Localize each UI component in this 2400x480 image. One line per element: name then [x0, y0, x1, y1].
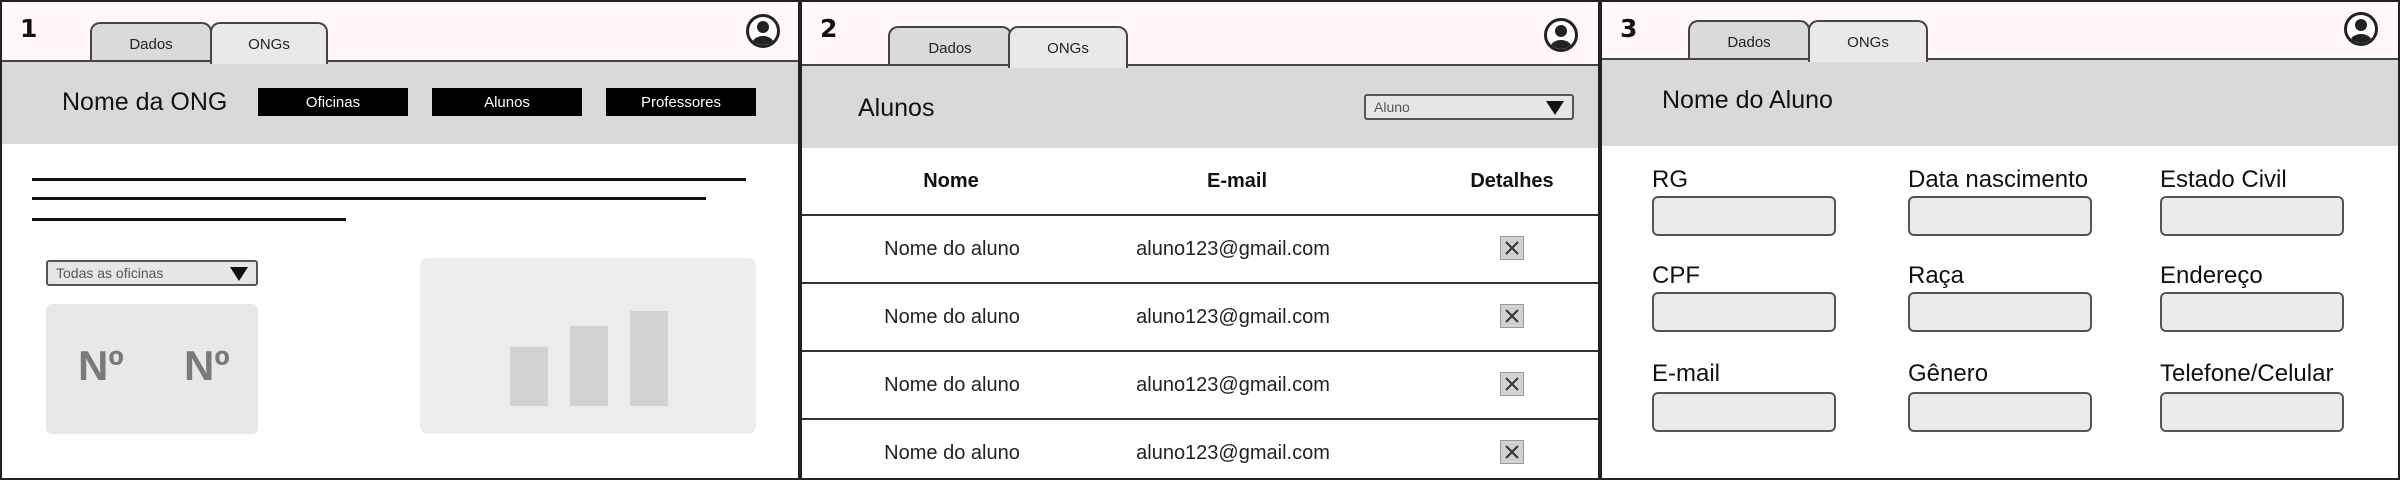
genero-field[interactable] [1908, 392, 2092, 432]
student-email: aluno123@gmail.com [1136, 238, 1330, 260]
tab-dados[interactable]: Dados [90, 22, 212, 64]
top-bar: 1 Dados ONGs [2, 2, 798, 64]
stats-card: Nº Nº [46, 304, 258, 434]
close-x-icon [1505, 445, 1519, 459]
tab-dados[interactable]: Dados [1688, 20, 1810, 62]
header-band: Nome do Aluno [1602, 58, 2398, 146]
oficinas-dropdown[interactable]: Todas as oficinas [46, 260, 258, 286]
column-header-detalhes: Detalhes [1470, 170, 1554, 192]
tab-ongs[interactable]: ONGs [1008, 26, 1128, 68]
student-filter-dropdown[interactable]: Aluno [1364, 94, 1574, 120]
top-bar: 2 Dados ONGs [802, 2, 1598, 68]
endereco-field[interactable] [2160, 292, 2344, 332]
header-band: Alunos Aluno [802, 64, 1598, 148]
wireframe-stage: 1 Dados ONGs Nome da ONG Oficinas Alunos… [0, 0, 2400, 480]
table-header: Nome E-mail Detalhes [802, 148, 1598, 216]
chart-bar [570, 325, 608, 406]
raca-label: Raça [1908, 262, 1965, 289]
text-placeholder-line [32, 197, 706, 200]
student-name: Nome do aluno [884, 238, 1020, 260]
stat-number: Nº [78, 342, 124, 389]
student-name: Nome do aluno [884, 306, 1020, 328]
panel-number: 3 [1620, 14, 1638, 43]
user-avatar-icon[interactable] [1544, 18, 1578, 52]
email-field[interactable] [1652, 392, 1836, 432]
raca-field[interactable] [1908, 292, 2092, 332]
stat-number: Nº [184, 342, 230, 389]
student-email: aluno123@gmail.com [1136, 442, 1330, 464]
details-button[interactable] [1500, 304, 1524, 328]
table-row: Nome do aluno aluno123@gmail.com [802, 420, 1598, 478]
endereco-label: Endereço [2160, 262, 2263, 289]
triangle-down-icon [230, 267, 248, 281]
cpf-label: CPF [1652, 262, 1700, 289]
tab-dados[interactable]: Dados [888, 26, 1012, 68]
student-email: aluno123@gmail.com [1136, 374, 1330, 396]
column-header-nome: Nome [923, 170, 979, 192]
triangle-down-icon [1546, 101, 1564, 115]
rg-field[interactable] [1652, 196, 1836, 236]
student-name: Nome do aluno [884, 374, 1020, 396]
student-email: aluno123@gmail.com [1136, 306, 1330, 328]
panel-ong-dashboard: 1 Dados ONGs Nome da ONG Oficinas Alunos… [0, 0, 800, 480]
cpf-field[interactable] [1652, 292, 1836, 332]
close-x-icon [1505, 241, 1519, 255]
close-x-icon [1505, 309, 1519, 323]
top-bar: 3 Dados ONGs [1602, 2, 2398, 62]
rg-label: RG [1652, 166, 1688, 193]
dropdown-value: Todas as oficinas [56, 265, 164, 281]
panel-students-list: 2 Dados ONGs Alunos Aluno Nome E-mail De… [800, 0, 1600, 480]
column-header-email: E-mail [1206, 170, 1268, 192]
header-band: Nome da ONG Oficinas Alunos Professores [2, 60, 798, 144]
tab-ongs[interactable]: ONGs [1808, 20, 1928, 62]
dropdown-value: Aluno [1374, 99, 1410, 115]
user-avatar-icon[interactable] [2344, 12, 2378, 46]
page-title: Alunos [858, 94, 935, 122]
page-title: Nome da ONG [62, 88, 228, 116]
chart-bar [630, 310, 668, 406]
data-nascimento-field[interactable] [1908, 196, 2092, 236]
panel-student-details: 3 Dados ONGs Nome do Aluno RG Data nasci… [1600, 0, 2400, 480]
tab-ongs[interactable]: ONGs [210, 22, 328, 64]
page-title: Nome do Aluno [1662, 86, 1833, 114]
estado-civil-label: Estado Civil [2160, 166, 2287, 193]
details-button[interactable] [1500, 372, 1524, 396]
student-name: Nome do aluno [884, 442, 1020, 464]
data-nascimento-label: Data nascimento [1908, 166, 2089, 193]
table-row: Nome do aluno aluno123@gmail.com [802, 216, 1598, 284]
close-x-icon [1505, 377, 1519, 391]
alunos-button[interactable]: Alunos [432, 88, 582, 116]
professores-button[interactable]: Professores [606, 88, 756, 116]
bar-chart [510, 310, 668, 406]
oficinas-button[interactable]: Oficinas [258, 88, 408, 116]
chart-bar [510, 346, 548, 406]
details-button[interactable] [1500, 236, 1524, 260]
telefone-celular-label: Telefone/Celular [2160, 360, 2334, 387]
chart-card [420, 258, 756, 434]
text-placeholder-line [32, 218, 346, 221]
details-button[interactable] [1500, 440, 1524, 464]
panel-number: 1 [20, 14, 38, 43]
table-row: Nome do aluno aluno123@gmail.com [802, 284, 1598, 352]
estado-civil-field[interactable] [2160, 196, 2344, 236]
panel-number: 2 [820, 14, 838, 43]
telefone-celular-field[interactable] [2160, 392, 2344, 432]
user-avatar-icon[interactable] [746, 14, 780, 48]
text-placeholder-line [32, 178, 746, 181]
email-label: E-mail [1652, 360, 1721, 387]
table-row: Nome do aluno aluno123@gmail.com [802, 352, 1598, 420]
genero-label: Gênero [1908, 360, 1989, 387]
